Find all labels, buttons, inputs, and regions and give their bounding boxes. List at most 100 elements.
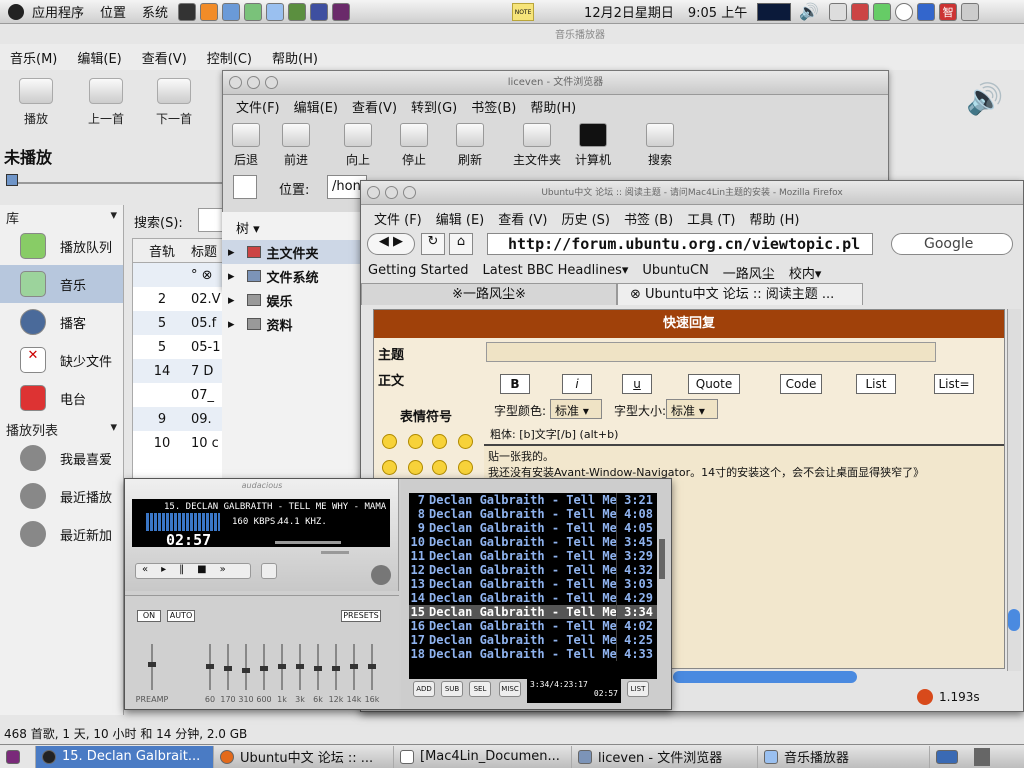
firefox-titlebar[interactable]: Ubuntu中文 论坛 :: 阅读主题 - 请问Mac4Lin主题的安装 - M…: [361, 181, 1023, 205]
eq-knob[interactable]: [242, 668, 250, 673]
eq-knob[interactable]: [368, 664, 376, 669]
bold-button[interactable]: B: [500, 374, 530, 394]
eq-knob[interactable]: [260, 666, 268, 671]
search-bar[interactable]: Google: [891, 233, 1013, 255]
font-color-select[interactable]: 标准 ▾: [550, 399, 602, 419]
playlist-item-recent-added[interactable]: 最近新加: [0, 515, 123, 553]
eq-band-slider[interactable]: [350, 644, 358, 690]
eq-knob[interactable]: [206, 664, 214, 669]
network-icon[interactable]: [851, 2, 870, 21]
volume-slider[interactable]: [275, 541, 341, 544]
library-item-missing[interactable]: ✕ 缺少文件: [0, 341, 123, 379]
volume-icon[interactable]: 🔊: [799, 2, 819, 21]
eq-band-slider[interactable]: [242, 644, 250, 690]
ff-menu-tools[interactable]: 工具 (T): [680, 209, 742, 228]
fb-menu-file[interactable]: 文件(F): [229, 97, 287, 116]
emoticon-laugh-icon[interactable]: [458, 460, 473, 475]
bookmark-xiaonei[interactable]: 校内▾: [782, 263, 829, 283]
home-button[interactable]: 主文件夹: [509, 123, 565, 168]
emoticon-sad-icon[interactable]: [432, 434, 447, 449]
emoticon-smile-icon[interactable]: [382, 434, 397, 449]
playlist-row[interactable]: 10 Declan Galbraith - Tell Me Why 3:45: [409, 535, 657, 549]
minimize-icon[interactable]: [247, 76, 260, 89]
emoticon-confused-icon[interactable]: [382, 460, 397, 475]
preamp-slider[interactable]: [148, 644, 156, 690]
eq-presets-button[interactable]: PRESETS: [341, 610, 381, 622]
eq-knob[interactable]: [332, 666, 340, 671]
ff-menu-help[interactable]: 帮助 (H): [742, 209, 806, 228]
workspace-switcher[interactable]: [930, 746, 970, 768]
bookmark-ubuntucn[interactable]: UbuntuCN: [635, 263, 715, 283]
balance-slider[interactable]: [321, 551, 349, 554]
playlist-row[interactable]: 16 Declan Galbraith - Tell Me Why 4:02: [409, 619, 657, 633]
time-label[interactable]: 9:05 上午: [688, 2, 747, 21]
playlist-row[interactable]: 18 Declan Galbraith - Tell Me Why 4:33: [409, 647, 657, 661]
sidebar-type-select[interactable]: 树 ▾: [222, 212, 361, 240]
eq-knob[interactable]: [148, 662, 156, 667]
playlist-item-recent-played[interactable]: 最近播放: [0, 477, 123, 515]
close-icon[interactable]: ⊗: [630, 287, 645, 302]
eq-band-slider[interactable]: [332, 644, 340, 690]
library-item-queue[interactable]: 播放队列: [0, 227, 123, 265]
eq-knob[interactable]: [278, 664, 286, 669]
column-title[interactable]: 标题: [191, 241, 217, 260]
track-row[interactable]: 5 05.f: [133, 311, 226, 335]
mp-menu-control[interactable]: 控制(C): [197, 48, 262, 67]
home-icon[interactable]: ⌂: [449, 233, 473, 255]
track-row[interactable]: 14 7 D: [133, 359, 226, 383]
eq-knob[interactable]: [224, 666, 232, 671]
maximize-icon[interactable]: [403, 186, 416, 199]
ff-menu-file[interactable]: 文件 (F): [367, 209, 429, 228]
library-item-radio[interactable]: 电台: [0, 379, 123, 417]
playlist-row[interactable]: 9 Declan Galbraith - Tell Me Why 4:05: [409, 521, 657, 535]
quote-button[interactable]: Quote: [688, 374, 740, 394]
track-row[interactable]: 10 10 c: [133, 431, 226, 455]
playlist-row[interactable]: 15 Declan Galbraith - Tell Me Why 3:34: [409, 605, 657, 619]
sidebar-item-data[interactable]: ▸ 资料: [222, 312, 361, 336]
task-file-browser[interactable]: liceven - 文件浏览器: [572, 745, 758, 768]
mp-menu-edit[interactable]: 编辑(E): [67, 48, 131, 67]
task-audacious[interactable]: 15. Declan Galbrait...: [36, 745, 214, 768]
track-row[interactable]: 2 02.V: [133, 287, 226, 311]
emoticon-cool-icon[interactable]: [408, 460, 423, 475]
note-applet[interactable]: NOTE: [512, 2, 535, 21]
italic-button[interactable]: i: [562, 374, 592, 394]
ff-menu-bookmarks[interactable]: 书签 (B): [617, 209, 680, 228]
playlist-row[interactable]: 11 Declan Galbraith - Tell Me Why 3:29: [409, 549, 657, 563]
fb-menu-view[interactable]: 查看(V): [345, 97, 404, 116]
library-item-podcast[interactable]: 播客: [0, 303, 123, 341]
scrollbar-thumb[interactable]: [1008, 609, 1020, 631]
sidebar-item-home[interactable]: ▸ 主文件夹: [222, 240, 361, 264]
next-button[interactable]: 下一首: [148, 70, 200, 127]
input-method-icon[interactable]: [917, 2, 936, 21]
task-firefox[interactable]: Ubuntu中文 论坛 :: ...: [214, 745, 394, 768]
computer-button[interactable]: 计算机: [573, 123, 613, 168]
playlist-row[interactable]: 13 Declan Galbraith - Tell Me Why 3:03: [409, 577, 657, 591]
playlist-sub-button[interactable]: SUB: [441, 681, 463, 697]
volume-button[interactable]: 🔊: [966, 82, 1012, 122]
eject-icon[interactable]: [261, 563, 277, 579]
stop-button[interactable]: 停止: [397, 123, 431, 168]
logout-icon[interactable]: [961, 2, 980, 21]
menu-applications[interactable]: 应用程序: [24, 2, 92, 21]
library-item-music[interactable]: 音乐: [0, 265, 123, 303]
transport-controls[interactable]: «▸‖■»: [135, 563, 251, 579]
eq-auto-button[interactable]: AUTO: [167, 610, 195, 622]
eq-knob[interactable]: [350, 664, 358, 669]
search-button[interactable]: 搜索: [643, 123, 677, 168]
audacious-launcher-icon[interactable]: [310, 2, 329, 21]
library-header[interactable]: 库 ▾: [0, 205, 123, 227]
forward-button[interactable]: 前进: [279, 123, 313, 168]
vertical-scrollbar[interactable]: [1007, 309, 1021, 671]
eq-band-slider[interactable]: [368, 644, 376, 690]
date-label[interactable]: 12月2日星期日: [584, 2, 674, 21]
status-icon[interactable]: [895, 2, 914, 21]
sidebar-item-filesystem[interactable]: ▸ 文件系统: [222, 264, 361, 288]
tab-yilufengchen[interactable]: ※一路风尘※: [361, 283, 617, 305]
menu-places[interactable]: 位置: [92, 2, 134, 21]
column-track[interactable]: 音轨: [133, 241, 191, 260]
firefox-launcher-icon[interactable]: [200, 2, 219, 21]
mp-menu-help[interactable]: 帮助(H): [262, 48, 328, 67]
emoticon-grin-icon[interactable]: [408, 434, 423, 449]
pencil-icon[interactable]: [233, 175, 257, 199]
